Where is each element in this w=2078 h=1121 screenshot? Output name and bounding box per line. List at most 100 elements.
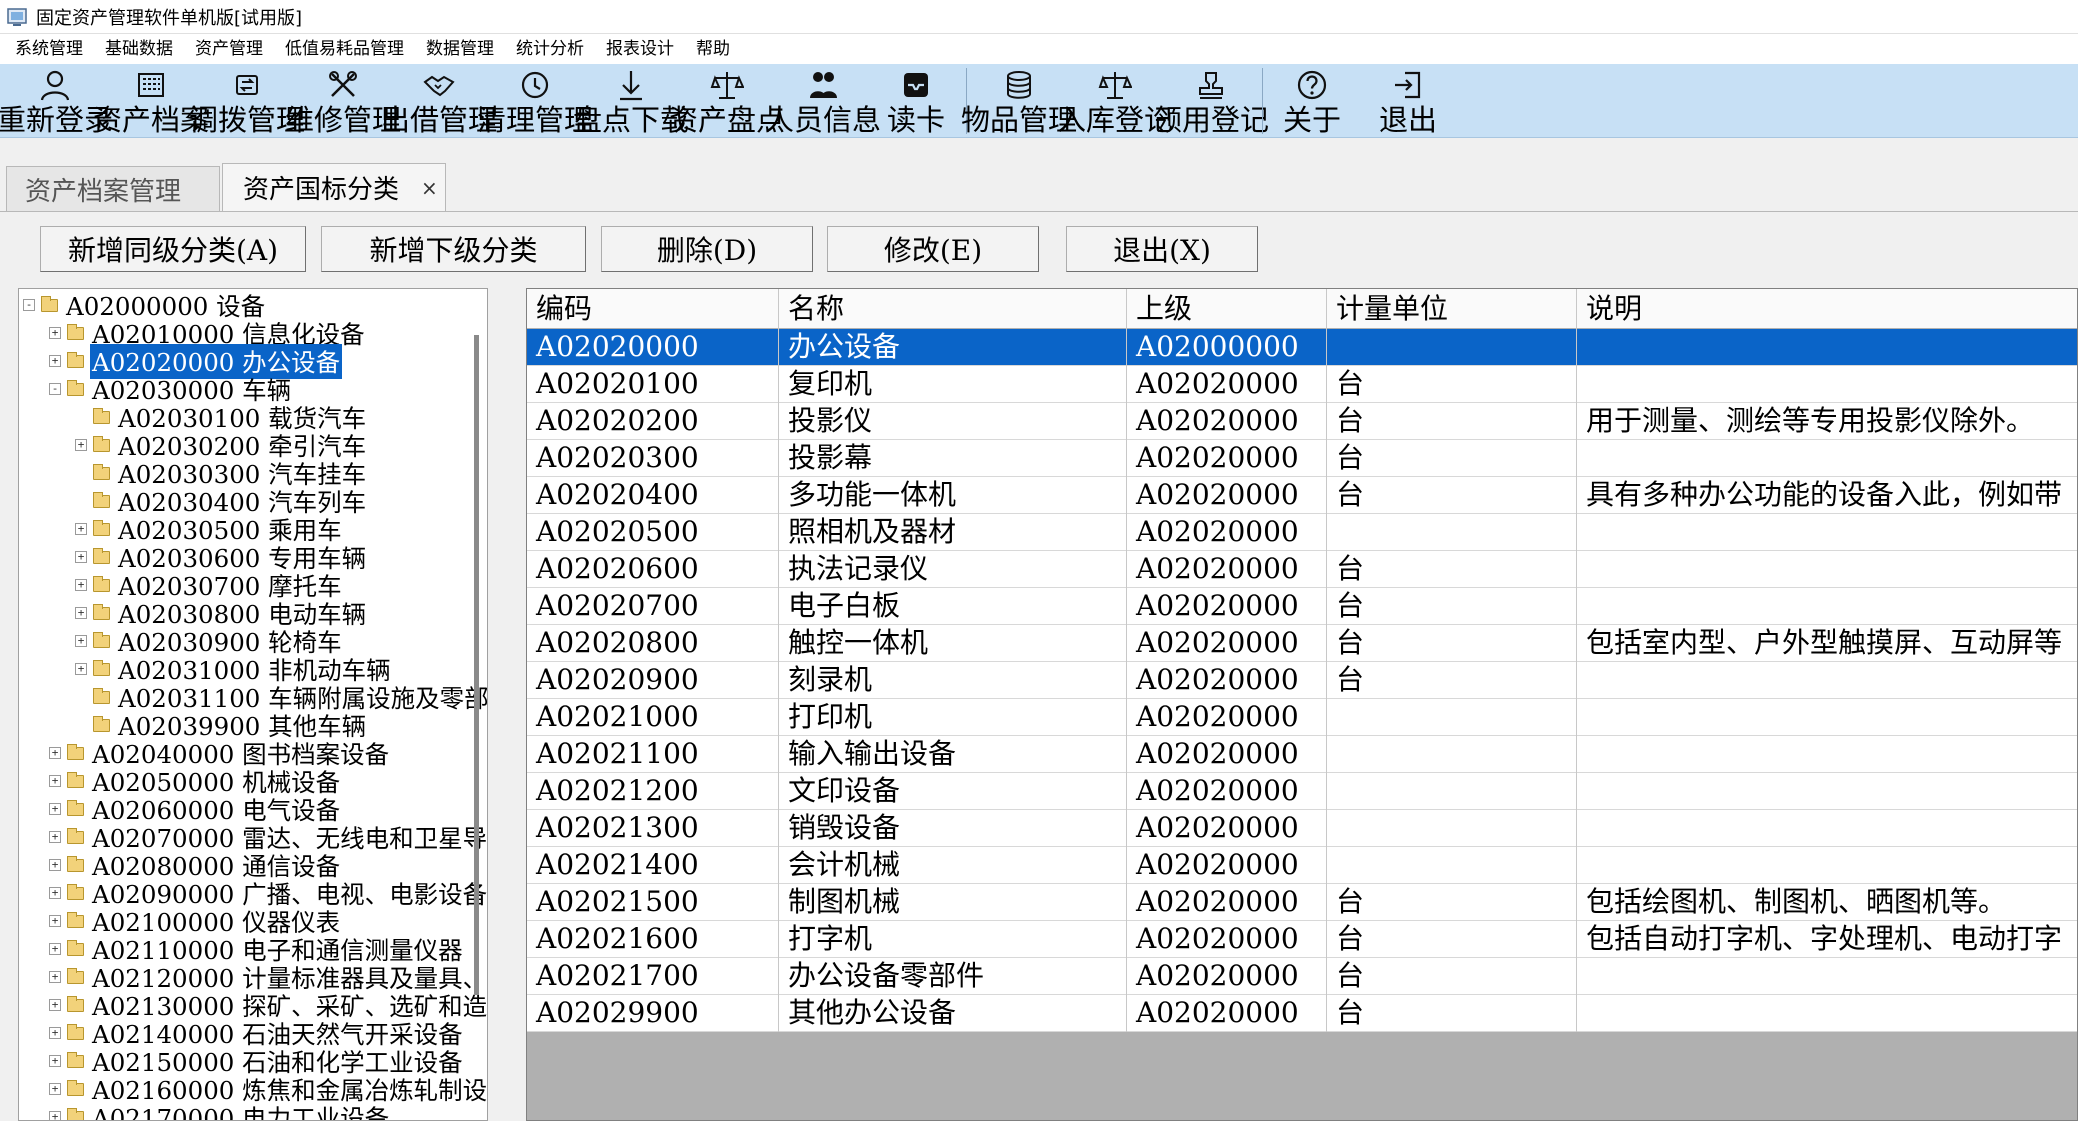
menu-data-management[interactable]: 数据管理 <box>415 34 505 64</box>
add-child-category-button[interactable]: 新增下级分类 <box>321 226 586 272</box>
expand-icon[interactable]: + <box>49 887 61 899</box>
expand-icon[interactable]: + <box>49 1027 61 1039</box>
folder-icon <box>93 687 110 704</box>
delete-button[interactable]: 删除(D) <box>601 226 813 272</box>
table-cell: 台 <box>1327 921 1577 958</box>
toolbar-asset-archive-button[interactable]: 资产档案 <box>93 64 209 138</box>
expand-icon[interactable]: + <box>49 355 61 367</box>
expand-icon[interactable]: + <box>49 803 61 815</box>
table-row[interactable]: A02020500 照相机及器材 A02020000 <box>527 514 2077 551</box>
table-cell: 台 <box>1327 958 1577 995</box>
exit-button[interactable]: 退出(X) <box>1066 226 1258 272</box>
toolbar-exit-button[interactable]: 退出 <box>1366 64 1450 138</box>
table-cell: A02021400 <box>527 847 779 884</box>
table-row[interactable]: A02029900 其他办公设备 A02020000 台 <box>527 995 2077 1032</box>
category-tree[interactable]: - A02000000 设备 + A02010000 信息化设备 + A02020000 … <box>18 288 488 1121</box>
table-cell: 打印机 <box>779 699 1127 736</box>
table-row[interactable]: A02020100 复印机 A02020000 台 <box>527 366 2077 403</box>
toolbar-goods-button[interactable]: 物品管理 <box>961 64 1077 138</box>
expand-icon[interactable]: + <box>49 999 61 1011</box>
menu-statistics[interactable]: 统计分析 <box>505 34 595 64</box>
table-cell <box>1577 995 2077 1032</box>
menu-report-design[interactable]: 报表设计 <box>595 34 685 64</box>
table-row[interactable]: A02020200 投影仪 A02020000 台用于测量、测绘等专用投影仪除外。 <box>527 403 2077 440</box>
expand-icon[interactable]: + <box>49 747 61 759</box>
toolbar-relogin-button[interactable]: 重新登录 <box>0 64 113 138</box>
toolbar-label: 领用登记 <box>1153 103 1270 137</box>
help-icon <box>1294 66 1330 104</box>
column-header-unit[interactable]: 计量单位 <box>1327 289 1577 329</box>
tree-node-label[interactable]: A02170000 电力工业设备 <box>90 1100 391 1121</box>
table-row[interactable]: A02021300 销毁设备 A02020000 <box>527 810 2077 847</box>
expand-icon[interactable]: + <box>75 551 87 563</box>
table-row[interactable]: A02020400 多功能一体机 A02020000 台具有多种办公功能的设备入此，例… <box>527 477 2077 514</box>
collapse-icon[interactable]: - <box>49 383 61 395</box>
expand-icon[interactable]: + <box>75 607 87 619</box>
column-header-name[interactable]: 名称 <box>779 289 1127 329</box>
expand-icon[interactable]: + <box>49 915 61 927</box>
toolbar-transfer-button[interactable]: 调拨管理 <box>189 64 305 138</box>
close-icon[interactable]: × <box>421 176 438 200</box>
tab-asset-archive[interactable]: 资产档案管理 <box>6 166 220 211</box>
toolbar-about-button[interactable]: 关于 <box>1270 64 1354 138</box>
toolbar-lending-button[interactable]: 出借管理 <box>381 64 497 138</box>
column-header-parent[interactable]: 上级 <box>1127 289 1327 329</box>
expand-icon[interactable]: + <box>75 439 87 451</box>
toolbar-repair-button[interactable]: 维修管理 <box>285 64 401 138</box>
menu-asset-management[interactable]: 资产管理 <box>184 34 274 64</box>
category-grid[interactable]: 编码 名称 上级 计量单位 说明 A02020000 办公设备 A02000000 A… <box>526 288 2078 1121</box>
menu-basic-data[interactable]: 基础数据 <box>94 34 184 64</box>
table-cell: A02020400 <box>527 477 779 514</box>
toolbar-requisition-button[interactable]: 领用登记 <box>1153 64 1269 138</box>
toolbar-personnel-button[interactable]: 人员信息 <box>765 64 881 138</box>
table-row[interactable]: A02020800 触控一体机 A02020000 台包括室内型、户外型触摸屏、互动屏… <box>527 625 2077 662</box>
user-icon <box>37 66 73 104</box>
table-row[interactable]: A02020700 电子白板 A02020000 台 <box>527 588 2077 625</box>
folder-icon <box>93 575 110 592</box>
table-row[interactable]: A02020900 刻录机 A02020000 台 <box>527 662 2077 699</box>
toolbar-cleanup-button[interactable]: 清理管理 <box>477 64 593 138</box>
toolbar-read-card-button[interactable]: 读卡 <box>876 64 956 138</box>
expand-icon[interactable]: + <box>49 1055 61 1067</box>
menu-system[interactable]: 系统管理 <box>4 34 94 64</box>
table-row[interactable]: A02021000 打印机 A02020000 <box>527 699 2077 736</box>
expand-icon[interactable]: + <box>49 943 61 955</box>
table-row[interactable]: A02021700 办公设备零部件 A02020000 台 <box>527 958 2077 995</box>
table-row[interactable]: A02020000 办公设备 A02000000 <box>527 329 2077 366</box>
expand-icon[interactable]: + <box>49 1111 61 1120</box>
expand-icon[interactable]: + <box>49 1083 61 1095</box>
add-sibling-category-button[interactable]: 新增同级分类(A) <box>40 226 306 272</box>
table-cell: 台 <box>1327 440 1577 477</box>
expand-icon[interactable]: + <box>49 859 61 871</box>
expand-icon[interactable]: + <box>75 635 87 647</box>
edit-button[interactable]: 修改(E) <box>827 226 1039 272</box>
toolbar-inventory-download-button[interactable]: 盘点下载 <box>573 64 689 138</box>
table-row[interactable]: A02021200 文印设备 A02020000 <box>527 773 2077 810</box>
menu-consumables[interactable]: 低值易耗品管理 <box>274 34 415 64</box>
keyboard-icon <box>133 66 169 104</box>
column-header-code[interactable]: 编码 <box>527 289 779 329</box>
expand-icon[interactable]: + <box>75 663 87 675</box>
tab-asset-category[interactable]: 资产国标分类 × <box>222 163 446 211</box>
expand-icon[interactable]: + <box>49 971 61 983</box>
table-cell: A02020000 <box>1127 736 1327 773</box>
column-header-description[interactable]: 说明 <box>1577 289 2077 329</box>
collapse-icon[interactable]: - <box>23 299 35 311</box>
toolbar-stock-in-button[interactable]: 入库登记 <box>1057 64 1173 138</box>
table-row[interactable]: A02020300 投影幕 A02020000 台 <box>527 440 2077 477</box>
expand-icon[interactable]: + <box>49 775 61 787</box>
table-row[interactable]: A02021400 会计机械 A02020000 <box>527 847 2077 884</box>
table-row[interactable]: A02021100 输入输出设备 A02020000 <box>527 736 2077 773</box>
expand-icon[interactable]: + <box>75 523 87 535</box>
toolbar-asset-inventory-button[interactable]: 资产盘点 <box>669 64 785 138</box>
table-row[interactable]: A02021500 制图机械 A02020000 台包括绘图机、制图机、晒图机等。 <box>527 884 2077 921</box>
table-row[interactable]: A02021600 打字机 A02020000 台包括自动打字机、字处理机、电动打字 <box>527 921 2077 958</box>
expand-icon[interactable]: + <box>75 579 87 591</box>
table-row[interactable]: A02020600 执法记录仪 A02020000 台 <box>527 551 2077 588</box>
table-cell: A02020000 <box>1127 366 1327 403</box>
expand-icon[interactable]: + <box>49 831 61 843</box>
tree-node[interactable]: + A02170000 电力工业设备 <box>49 1100 391 1121</box>
tree-scrollbar[interactable] <box>474 335 479 995</box>
menu-help[interactable]: 帮助 <box>685 34 741 64</box>
expand-icon[interactable]: + <box>49 327 61 339</box>
